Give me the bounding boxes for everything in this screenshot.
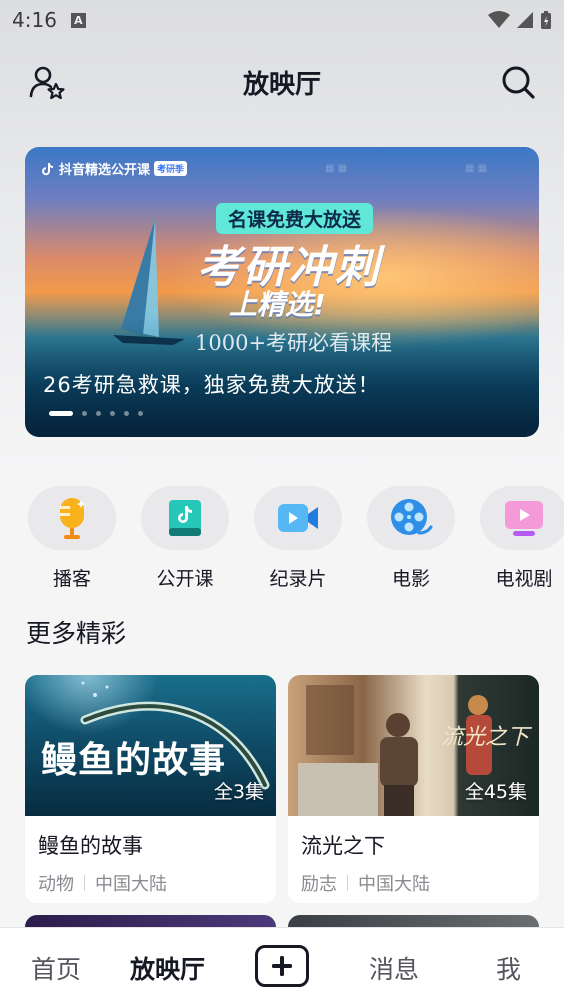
carousel-dot — [124, 411, 129, 416]
card-tag-region: 中国大陆 — [95, 874, 167, 895]
bottom-navigation: 首页 放映厅 消息 我 — [0, 927, 564, 1004]
promo-banner[interactable]: 抖音精选公开课 考研季 ▦ ▦ ▦ ▦ ▦ ▦ 名课免费大放送 考研冲刺 上精选… — [25, 147, 539, 437]
top-header: 放映厅 — [0, 54, 564, 110]
status-bar: 4:16 A — [0, 0, 564, 40]
tag-divider — [347, 875, 348, 891]
signal-icon — [517, 12, 533, 28]
nav-messages[interactable]: 消息 — [369, 950, 419, 986]
card-tag-genre: 动物 — [38, 874, 74, 895]
video-card[interactable]: 流光之下 全45集 流光之下 励志 中国大陆 — [288, 675, 539, 903]
category-icon-bg — [367, 486, 455, 550]
nav-me[interactable]: 我 — [496, 950, 521, 986]
category-documentary[interactable]: 纪录片 — [253, 486, 343, 591]
carousel-dot — [110, 411, 115, 416]
douyin-logo-icon — [42, 162, 53, 175]
status-time: 4:16 — [12, 8, 57, 32]
watermark: ▦ ▦ — [325, 163, 348, 174]
watermark: ▦ ▦ — [165, 163, 188, 174]
podcast-mic-icon — [60, 498, 86, 539]
notification-icon: A — [70, 12, 86, 28]
section-title: 更多精彩 — [26, 619, 127, 648]
watermark: ▦ ▦ — [465, 163, 488, 174]
category-podcast[interactable]: 播客 — [27, 486, 117, 591]
card-tag-region: 中国大陆 — [358, 874, 430, 895]
card-tags: 动物 中国大陆 — [38, 870, 276, 896]
tag-divider — [84, 875, 85, 891]
card-thumbnail: 流光之下 全45集 — [288, 675, 539, 816]
carousel-dot — [96, 411, 101, 416]
card-title: 流光之下 — [301, 834, 385, 858]
nav-home[interactable]: 首页 — [31, 950, 81, 986]
banner-pill: 名课免费大放送 — [216, 203, 374, 234]
category-icon-bg — [480, 486, 564, 550]
search-icon[interactable] — [498, 62, 538, 102]
episode-count: 全45集 — [464, 781, 527, 803]
tv-series-icon — [505, 501, 543, 536]
card-tag-genre: 励志 — [301, 874, 337, 895]
carousel-dot-active — [49, 411, 73, 416]
banner-small-text: 1000+考研必看课程 — [195, 331, 393, 355]
poster-title: 流光之下 — [440, 725, 529, 750]
category-icon-bg — [141, 486, 229, 550]
nav-theater[interactable]: 放映厅 — [130, 950, 205, 986]
category-icon-bg — [28, 486, 116, 550]
category-label: 电影 — [391, 568, 430, 590]
film-reel-icon — [391, 499, 433, 535]
carousel-dot — [82, 411, 87, 416]
category-tv-series[interactable]: 电视剧 — [479, 486, 564, 591]
banner-caption: 26考研急救课，独家免费大放送！ — [43, 373, 380, 397]
category-icon-bg — [254, 486, 342, 550]
card-thumbnail: 鳗鱼的故事 全3集 — [25, 675, 276, 816]
open-course-book-icon — [169, 500, 201, 536]
banner-subheadline: 上精选! — [229, 288, 326, 321]
category-movie[interactable]: 电影 — [366, 486, 456, 591]
category-label: 电视剧 — [495, 568, 553, 590]
video-card[interactable]: 鳗鱼的故事 全3集 鳗鱼的故事 动物 中国大陆 — [25, 675, 276, 903]
page-title: 放映厅 — [242, 70, 321, 100]
category-label: 公开课 — [156, 568, 214, 590]
carousel-indicator — [49, 411, 143, 416]
documentary-camera-icon — [278, 504, 318, 532]
status-icons — [488, 10, 552, 30]
carousel-dot — [138, 411, 143, 416]
episode-count: 全3集 — [213, 781, 264, 803]
wifi-icon — [488, 11, 510, 28]
banner-brand-text: 抖音精选公开课 — [59, 163, 151, 178]
create-button[interactable] — [255, 945, 309, 987]
category-label: 纪录片 — [269, 568, 327, 590]
card-title: 鳗鱼的故事 — [38, 834, 143, 858]
category-label: 播客 — [52, 568, 91, 590]
category-row: 播客 公开课 纪录片 电影 电视剧 — [0, 486, 564, 596]
card-tags: 励志 中国大陆 — [301, 870, 539, 896]
category-open-course[interactable]: 公开课 — [140, 486, 230, 591]
battery-icon — [541, 11, 551, 29]
plus-icon — [272, 956, 292, 976]
poster-title: 鳗鱼的故事 — [41, 739, 227, 781]
